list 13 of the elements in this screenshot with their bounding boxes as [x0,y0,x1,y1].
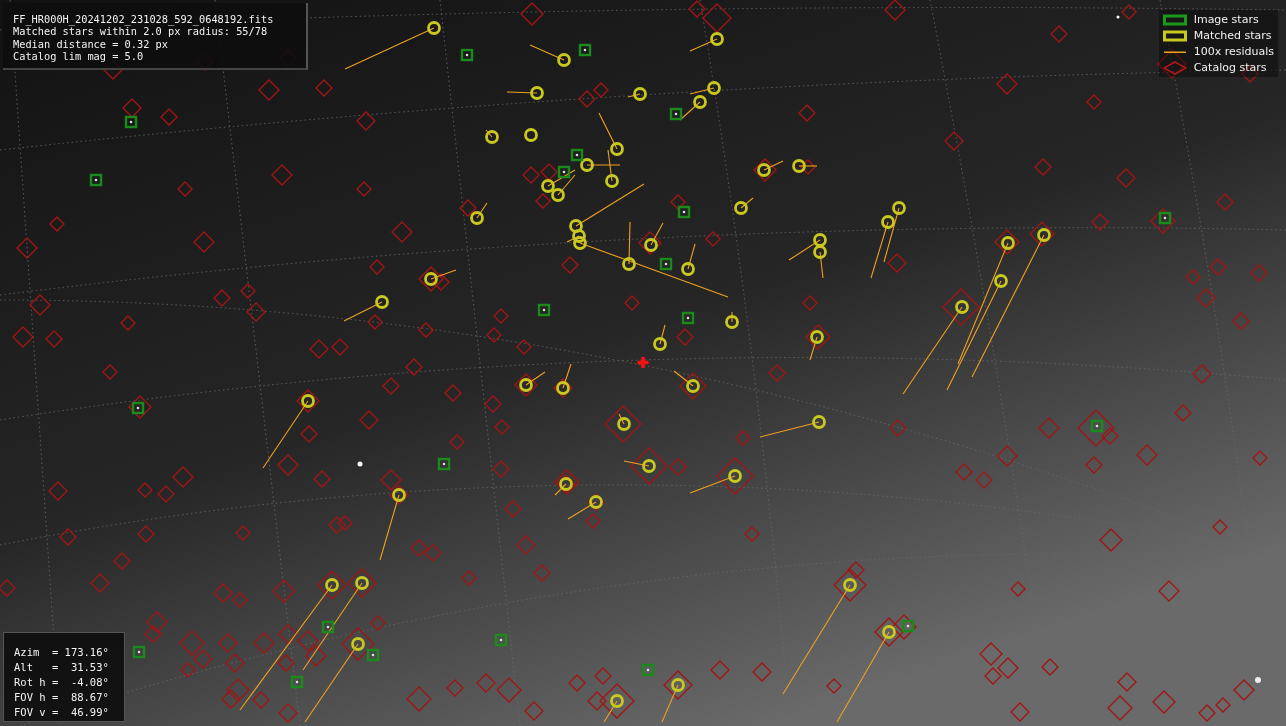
legend-label: 100x residuals [1193,45,1274,58]
orientation-text: FOV h = 88.67° [14,690,110,705]
legend-label: Matched stars [1193,29,1272,42]
legend-label: Catalog stars [1193,61,1267,74]
orientation-text: Azim = 173.16° [14,645,110,660]
orientation-text: Alt = 31.53° [14,660,110,675]
info-text: Median distance = 0.32 px [13,37,169,50]
orientation-text: FOV v = 46.99° [14,705,110,720]
orientation-text: Rot h = -4.08° [14,675,110,690]
info-text: Catalog lim mag = 5.0 [13,49,145,63]
info-text: FF_HR000H_20241202_231028_592_0648192.fits [13,13,275,26]
legend-label: Image stars [1193,13,1259,26]
info-text: Matched stars within 2.0 px radius: 55/78 [13,25,268,38]
